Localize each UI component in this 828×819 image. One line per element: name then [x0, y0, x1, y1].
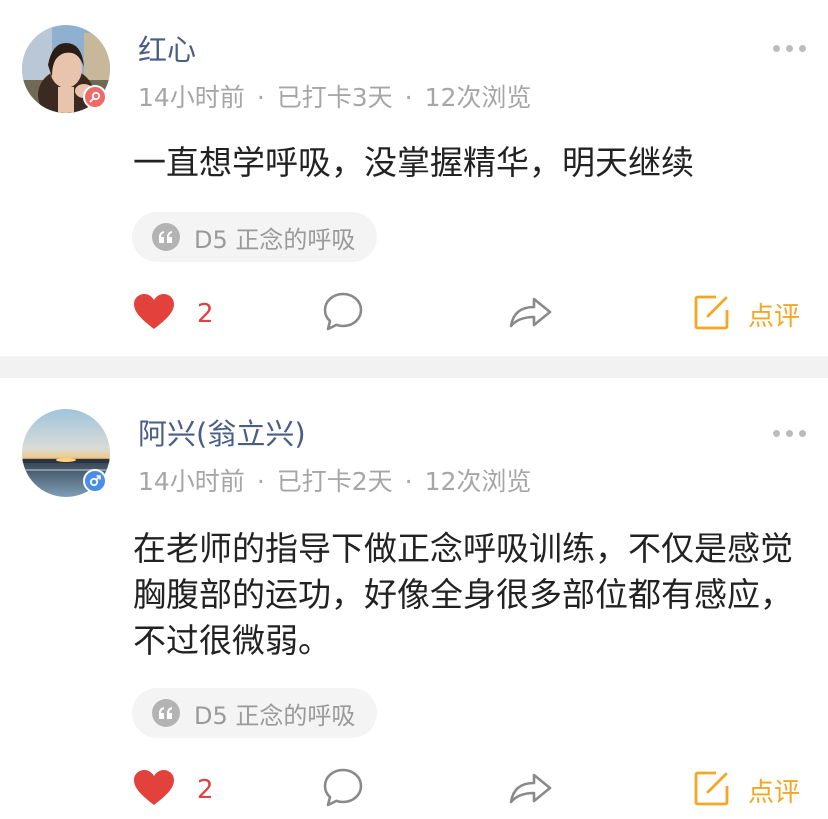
review-label: 点评	[748, 301, 801, 332]
feed: 红心 14小时前 · 已打卡3天 · 12次浏览 一直想学呼吸，没掌握精华，明天继续 D…	[0, 0, 828, 819]
like-count: 2	[197, 299, 214, 329]
meta-separator: ·	[256, 467, 265, 496]
review-label: 点评	[748, 777, 801, 808]
topic-tag[interactable]: D5 正念的呼吸	[132, 212, 378, 262]
meta-separator: ·	[256, 83, 265, 112]
checkin-days: 已打卡3天	[276, 83, 393, 112]
heart-icon	[133, 769, 175, 811]
post-content: 一直想学呼吸，没掌握精华，明天继续	[133, 143, 694, 182]
review-icon	[694, 770, 730, 810]
view-count: 12次浏览	[424, 83, 532, 112]
post-time: 14小时前	[138, 467, 245, 496]
gender-female-icon	[83, 85, 107, 109]
comment-icon	[322, 767, 364, 813]
post-meta: 14小时前 · 已打卡3天 · 12次浏览	[138, 80, 531, 116]
action-bar: 2 点评	[0, 289, 828, 339]
section-divider	[0, 356, 828, 378]
topic-tag-label: D5 正念的呼吸	[194, 701, 356, 730]
post-meta: 14小时前 · 已打卡2天 · 12次浏览	[138, 464, 531, 500]
username[interactable]: 红心	[138, 30, 196, 70]
comment-button[interactable]	[322, 289, 364, 339]
meta-separator: ·	[404, 467, 413, 496]
comment-icon	[322, 291, 364, 337]
review-button[interactable]: 点评	[694, 289, 800, 339]
like-button[interactable]: 2	[133, 765, 214, 815]
quote-icon	[152, 699, 180, 727]
quote-icon	[152, 223, 180, 251]
more-icon[interactable]	[773, 45, 806, 52]
share-button[interactable]	[507, 765, 553, 815]
action-bar: 2 点评	[0, 765, 828, 815]
review-icon	[694, 294, 730, 334]
like-button[interactable]: 2	[133, 289, 214, 339]
like-count: 2	[197, 775, 214, 805]
heart-icon	[133, 293, 175, 335]
share-icon	[507, 768, 553, 812]
post-card: 红心 14小时前 · 已打卡3天 · 12次浏览 一直想学呼吸，没掌握精华，明天继续 D…	[0, 0, 828, 356]
share-icon	[507, 292, 553, 336]
meta-separator: ·	[404, 83, 413, 112]
topic-tag[interactable]: D5 正念的呼吸	[132, 688, 378, 738]
gender-male-icon	[83, 469, 107, 493]
post-card: 阿兴(翁立兴) 14小时前 · 已打卡2天 · 12次浏览 在老师的指导下做正念呼吸训练…	[0, 378, 828, 819]
review-button[interactable]: 点评	[694, 765, 800, 815]
comment-button[interactable]	[322, 765, 364, 815]
checkin-days: 已打卡2天	[276, 467, 393, 496]
topic-tag-label: D5 正念的呼吸	[194, 225, 356, 254]
username[interactable]: 阿兴(翁立兴)	[138, 414, 306, 454]
view-count: 12次浏览	[424, 467, 532, 496]
post-content: 在老师的指导下做正念呼吸训练，不仅是感觉胸腹部的运功，好像全身很多部位都有感应，…	[133, 529, 793, 660]
share-button[interactable]	[507, 289, 553, 339]
post-time: 14小时前	[138, 83, 245, 112]
more-icon[interactable]	[773, 430, 806, 437]
